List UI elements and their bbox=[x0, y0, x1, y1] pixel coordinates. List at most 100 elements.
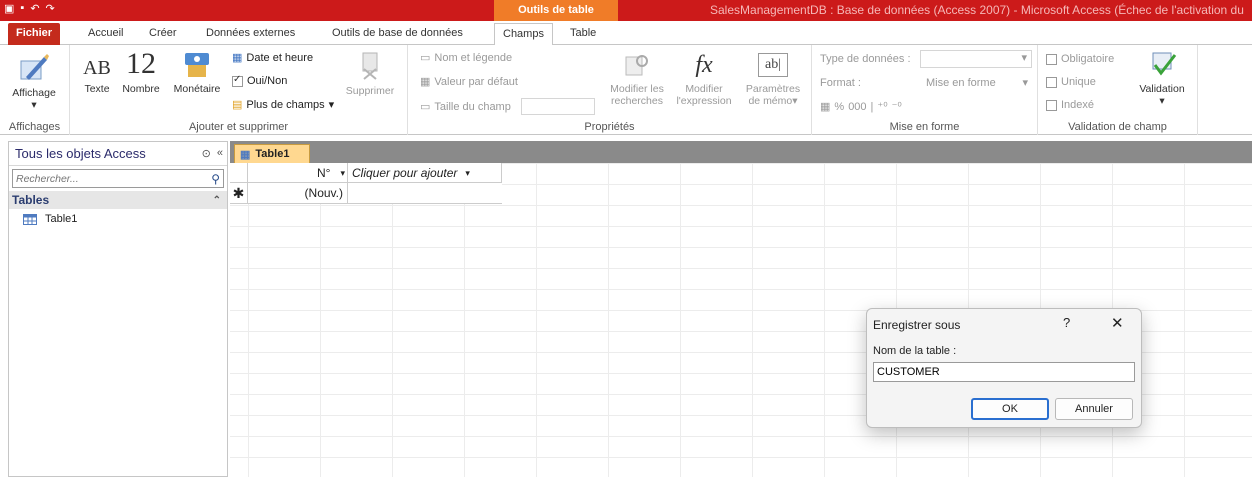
taille-champ-input[interactable] bbox=[520, 98, 595, 115]
undo-icon[interactable]: ↶ bbox=[30, 2, 39, 15]
nav-pane-menu-icon[interactable]: ⊙ bbox=[202, 147, 211, 160]
percent-button[interactable]: % bbox=[834, 101, 844, 113]
contextual-tab-group: Outils de table bbox=[494, 0, 618, 21]
group-affichages: Affichage ▾ Affichages bbox=[0, 45, 70, 135]
type-donnees-select[interactable]: ▾ bbox=[920, 50, 1032, 68]
ok-button[interactable]: OK bbox=[971, 398, 1049, 420]
redo-icon[interactable]: ↷ bbox=[46, 2, 55, 15]
ribbon-tabs: Fichier Accueil Créer Données externes O… bbox=[0, 21, 1252, 46]
group-proprietes: ▭ Nom et légende ▦ Valeur par défaut ▭ Tail… bbox=[408, 45, 812, 135]
save-icon[interactable]: ▪ bbox=[20, 2, 24, 15]
nav-search-box: ⚲ bbox=[12, 169, 224, 188]
column-header-n[interactable]: N° ▾ bbox=[248, 163, 348, 183]
search-icon[interactable]: ⚲ bbox=[211, 172, 220, 186]
ribbon: Affichage ▾ Affichages AB Texte 12 Nombre… bbox=[0, 45, 1252, 135]
new-record-cell[interactable]: (Nouv.) bbox=[248, 183, 348, 204]
group-validation: Obligatoire Unique Indexé Validation ▾ Va… bbox=[1038, 45, 1198, 135]
field-size-icon: ▭ bbox=[420, 101, 431, 113]
chevron-down-icon[interactable]: ▾ bbox=[465, 168, 470, 179]
table-icon: ▦ bbox=[240, 148, 251, 161]
new-record-selector[interactable]: ✱ bbox=[230, 183, 248, 204]
affichage-button[interactable]: Affichage ▾ bbox=[4, 51, 64, 111]
text-field-icon: AB bbox=[83, 57, 111, 79]
parametres-memo-button[interactable]: ab| Paramètres de mémo▾ bbox=[740, 51, 806, 107]
function-icon: fx bbox=[695, 52, 713, 78]
chevron-down-icon: ▾ bbox=[1159, 95, 1165, 107]
nav-pane-header[interactable]: Tous les objets Access ⊙ « bbox=[9, 142, 227, 166]
group-ajouter-supprimer: AB Texte 12 Nombre Monétaire ▦ Date et he… bbox=[70, 45, 408, 135]
type-donnees-label: Type de données : bbox=[820, 53, 911, 65]
monetaire-button[interactable]: Monétaire bbox=[168, 51, 226, 95]
tab-donnees-externes[interactable]: Données externes bbox=[198, 23, 303, 45]
tab-creer[interactable]: Créer bbox=[141, 23, 185, 45]
currency-format-icon[interactable]: ▦ bbox=[820, 100, 830, 113]
nav-search-input[interactable] bbox=[16, 172, 196, 185]
taille-champ-label: ▭ Taille du champ bbox=[420, 98, 595, 115]
tab-outils-bdd[interactable]: Outils de base de données bbox=[324, 23, 471, 45]
nom-legende-button[interactable]: ▭ Nom et légende bbox=[420, 51, 512, 65]
caption-icon: ▭ bbox=[420, 52, 431, 64]
group-label-mise-en-forme: Mise en forme bbox=[889, 121, 960, 133]
checkbox-icon bbox=[232, 74, 243, 87]
new-record-add-cell[interactable] bbox=[348, 183, 502, 204]
cancel-button[interactable]: Annuler bbox=[1055, 398, 1133, 420]
number-field-icon: 12 bbox=[126, 47, 156, 80]
group-label-proprietes: Propriétés bbox=[584, 121, 635, 133]
collapse-pane-icon[interactable]: « bbox=[217, 147, 223, 160]
format-select[interactable]: Mise en forme ▾ bbox=[920, 74, 1032, 92]
tab-accueil[interactable]: Accueil bbox=[80, 23, 131, 45]
document-tab-table1[interactable]: ▦ Table1 bbox=[234, 144, 310, 163]
lookup-icon bbox=[625, 55, 648, 76]
dialog-title: Enregistrer sous bbox=[873, 318, 961, 332]
memo-field-icon: ab| bbox=[758, 53, 788, 77]
chevron-down-icon: ▾ bbox=[31, 99, 37, 111]
column-header-add[interactable]: Cliquer pour ajouter ▾ bbox=[348, 163, 502, 183]
tab-table[interactable]: Table bbox=[562, 23, 604, 45]
unique-checkbox[interactable]: Unique bbox=[1046, 76, 1096, 88]
date-heure-button[interactable]: ▦ Date et heure bbox=[232, 51, 313, 65]
more-fields-icon: ▤ bbox=[232, 99, 243, 111]
nav-section-label: Tables bbox=[12, 193, 50, 207]
tab-champs[interactable]: Champs bbox=[494, 23, 553, 46]
thousands-button[interactable]: 000 bbox=[848, 101, 866, 113]
increase-decimals-icon[interactable]: ⁺⁰ bbox=[877, 100, 887, 113]
obligatoire-checkbox[interactable]: Obligatoire bbox=[1046, 53, 1114, 65]
calendar-icon: ▦ bbox=[232, 52, 243, 64]
help-icon[interactable]: ? bbox=[1063, 315, 1070, 330]
number-format-row: ▦ % 000 | ⁺⁰ ⁻⁰ bbox=[820, 100, 902, 114]
nav-pane-title[interactable]: Tous les objets Access bbox=[15, 146, 146, 161]
window-title: SalesManagementDB : Base de données (Acc… bbox=[710, 3, 1244, 17]
table-icon bbox=[23, 213, 37, 225]
chevron-down-icon: ▾ bbox=[1022, 77, 1028, 89]
close-icon[interactable]: ✕ bbox=[1111, 314, 1124, 332]
nombre-button[interactable]: 12 Nombre bbox=[116, 47, 166, 96]
nav-item-table1[interactable]: Table1 bbox=[9, 209, 227, 225]
modifier-expression-button[interactable]: fx Modifier l'expression bbox=[672, 51, 736, 107]
plus-de-champs-button[interactable]: ▤ Plus de champs ▾ bbox=[232, 98, 335, 112]
nav-section-tables[interactable]: Tables ⌃ bbox=[9, 191, 227, 209]
group-label-affichages: Affichages bbox=[8, 121, 61, 133]
validation-button[interactable]: Validation ▾ bbox=[1132, 49, 1192, 107]
validation-icon bbox=[1152, 52, 1177, 76]
valeur-defaut-button[interactable]: ▦ Valeur par défaut bbox=[420, 75, 518, 89]
table-name-input[interactable] bbox=[873, 362, 1135, 382]
default-value-icon: ▦ bbox=[420, 76, 431, 88]
decrease-decimals-icon[interactable]: ⁻⁰ bbox=[892, 100, 902, 113]
oui-non-button[interactable]: Oui/Non bbox=[232, 74, 287, 87]
navigation-pane: Tous les objets Access ⊙ « ⚲ Tables ⌃ Ta… bbox=[8, 141, 228, 477]
delete-column-icon bbox=[362, 52, 378, 80]
select-all-cell[interactable] bbox=[230, 163, 248, 183]
tab-fichier[interactable]: Fichier bbox=[8, 23, 61, 45]
group-label-ajouter-supprimer: Ajouter et supprimer bbox=[188, 121, 289, 133]
table-name-label: Nom de la table : bbox=[873, 345, 957, 357]
modifier-recherches-button[interactable]: Modifier les recherches bbox=[606, 51, 668, 107]
texte-button[interactable]: AB Texte bbox=[80, 53, 114, 95]
collapse-section-icon[interactable]: ⌃ bbox=[213, 195, 221, 206]
supprimer-button[interactable]: Supprimer bbox=[340, 51, 400, 97]
chevron-down-icon[interactable]: ▾ bbox=[340, 168, 345, 179]
chevron-down-icon: ▾ bbox=[328, 99, 335, 111]
group-label-validation: Validation de champ bbox=[1068, 121, 1167, 133]
indexe-checkbox[interactable]: Indexé bbox=[1046, 99, 1094, 111]
title-bar: ▣ ▪ ↶ ↷ Outils de table SalesManagementD… bbox=[0, 0, 1252, 21]
table-row: ✱ (Nouv.) bbox=[230, 183, 502, 204]
